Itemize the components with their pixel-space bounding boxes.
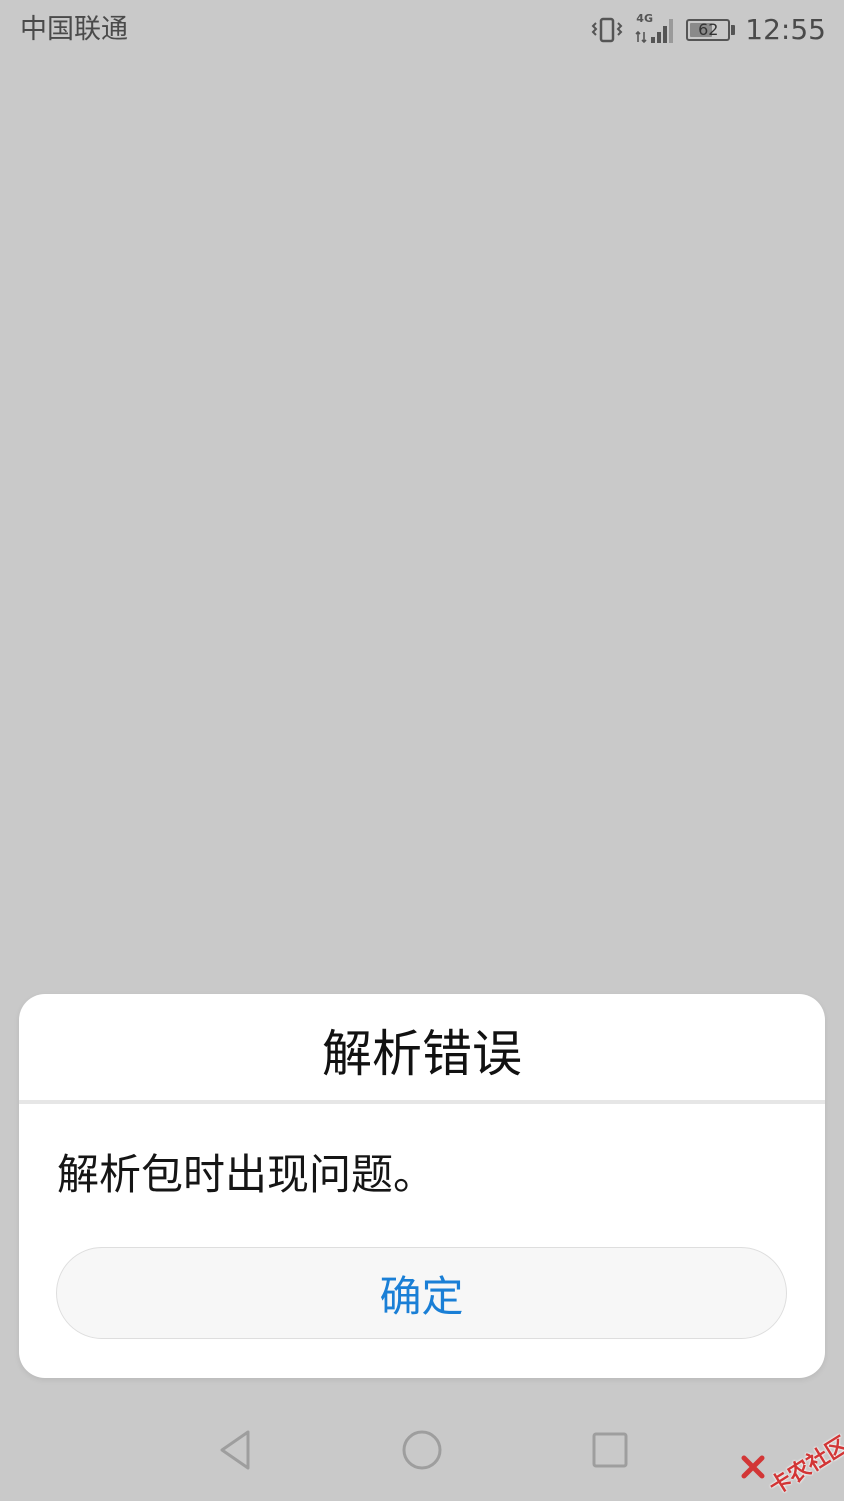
home-button[interactable] (396, 1424, 448, 1476)
dialog-divider (19, 1100, 825, 1104)
watermark-logo-icon (741, 1455, 765, 1479)
recents-icon (592, 1432, 628, 1468)
navigation-bar (0, 1400, 844, 1500)
battery-icon: 62 (686, 19, 736, 41)
status-icons: 4G 62 12:55 (590, 12, 826, 48)
vibrate-icon (590, 17, 624, 43)
watermark: 卡农社区 (736, 1410, 844, 1500)
dialog-title: 解析错误 (322, 1025, 522, 1083)
confirm-button[interactable]: 确定 (56, 1247, 787, 1339)
back-button[interactable] (208, 1424, 260, 1476)
home-icon (402, 1430, 442, 1470)
battery-level: 62 (698, 20, 719, 39)
recents-button[interactable] (584, 1424, 636, 1476)
parse-error-dialog: 解析错误 解析包时出现问题。 确定 (19, 994, 825, 1378)
battery-tip (731, 25, 736, 35)
status-bar: 中国联通 4G 62 12:55 (0, 0, 844, 60)
signal-icon: 4G (634, 13, 676, 45)
battery-body: 62 (686, 19, 731, 41)
clock: 12:55 (745, 13, 826, 46)
back-icon (220, 1430, 250, 1470)
carrier-name: 中国联通 (20, 14, 128, 45)
dialog-message: 解析包时出现问题。 (57, 1150, 436, 1199)
